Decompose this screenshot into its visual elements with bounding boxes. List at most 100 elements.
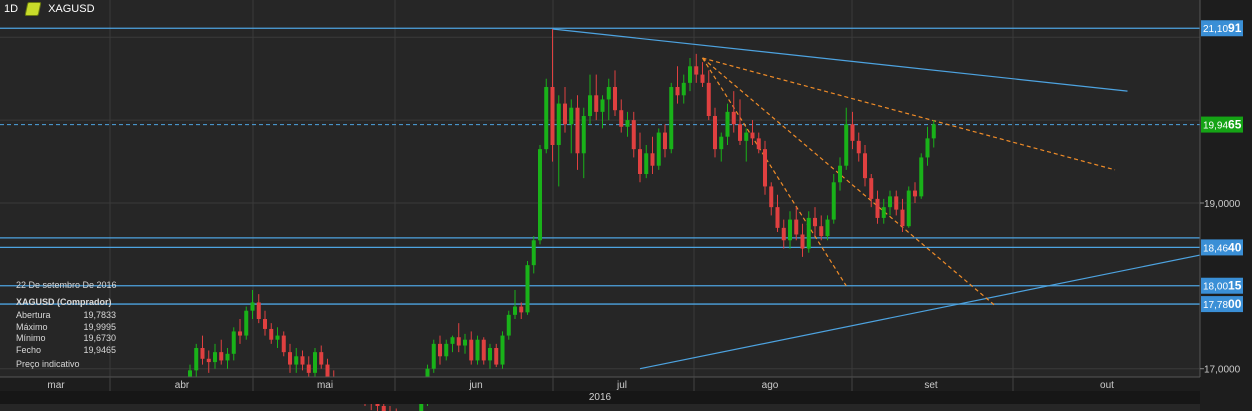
symbol-label[interactable]: XAGUSD: [48, 3, 94, 15]
candle-up[interactable]: [513, 306, 517, 315]
candle-up[interactable]: [725, 111, 730, 137]
candle-down[interactable]: [206, 358, 211, 363]
candle-up[interactable]: [881, 207, 886, 218]
candle-down[interactable]: [563, 103, 567, 125]
candle-down[interactable]: [219, 352, 224, 361]
candle-down[interactable]: [763, 149, 767, 187]
candle-up[interactable]: [919, 157, 924, 197]
candle-down[interactable]: [594, 95, 599, 112]
candle-down[interactable]: [325, 364, 330, 377]
candle-down[interactable]: [619, 110, 624, 127]
candle-down[interactable]: [631, 120, 636, 150]
candle-down[interactable]: [900, 209, 905, 227]
candle-up[interactable]: [194, 348, 199, 371]
candle-up[interactable]: [625, 120, 630, 127]
candle-down[interactable]: [738, 124, 742, 141]
candle-down[interactable]: [288, 352, 292, 365]
candle-down[interactable]: [663, 132, 667, 150]
candle-up[interactable]: [506, 314, 511, 336]
candle-up[interactable]: [569, 107, 574, 125]
candle-up[interactable]: [844, 124, 849, 166]
candle-down[interactable]: [850, 124, 855, 141]
candle-up[interactable]: [213, 352, 217, 363]
candle-down[interactable]: [575, 107, 580, 154]
candle-down[interactable]: [281, 335, 286, 353]
candle-up[interactable]: [669, 87, 674, 150]
candle-up[interactable]: [788, 219, 792, 241]
candle-up[interactable]: [806, 217, 811, 249]
candle-up[interactable]: [225, 353, 230, 361]
candle-down[interactable]: [713, 116, 717, 150]
candle-up[interactable]: [231, 331, 236, 354]
candle-up[interactable]: [681, 82, 686, 96]
candle-down[interactable]: [813, 217, 817, 227]
candle-up[interactable]: [313, 352, 317, 373]
candle-up[interactable]: [656, 132, 661, 166]
pencil-ruler-icon[interactable]: [24, 2, 42, 16]
candle-down[interactable]: [894, 196, 899, 210]
candle-down[interactable]: [519, 306, 524, 313]
candle-down[interactable]: [675, 87, 680, 96]
candle-up[interactable]: [294, 356, 299, 365]
candle-down[interactable]: [869, 178, 874, 199]
candle-up[interactable]: [644, 153, 649, 174]
candle-down[interactable]: [306, 364, 311, 373]
candle-down[interactable]: [650, 153, 655, 166]
candle-up[interactable]: [588, 95, 592, 116]
candle-down[interactable]: [913, 190, 917, 197]
candle-up[interactable]: [556, 103, 561, 145]
candle-down[interactable]: [381, 406, 386, 411]
candle-up[interactable]: [500, 335, 505, 365]
candle-down[interactable]: [238, 331, 242, 336]
candle-down[interactable]: [550, 87, 555, 145]
candle-up[interactable]: [906, 190, 911, 227]
candle-up[interactable]: [831, 182, 836, 220]
candle-down[interactable]: [706, 82, 711, 116]
candle-up[interactable]: [719, 136, 724, 150]
candle-down[interactable]: [481, 339, 486, 361]
candle-up[interactable]: [931, 124, 936, 139]
candle-up[interactable]: [606, 87, 611, 100]
candle-down[interactable]: [319, 352, 324, 365]
candle-down[interactable]: [794, 219, 799, 235]
candle-up[interactable]: [488, 348, 492, 361]
candle-down[interactable]: [613, 87, 617, 111]
candle-up[interactable]: [531, 240, 536, 266]
candle-up[interactable]: [688, 66, 692, 83]
candle-up[interactable]: [925, 138, 930, 158]
candle-down[interactable]: [781, 227, 786, 241]
candle-down[interactable]: [700, 74, 705, 83]
symbol-header[interactable]: 1D XAGUSD: [4, 2, 95, 16]
candle-down[interactable]: [694, 66, 699, 75]
candle-down[interactable]: [875, 198, 880, 218]
candle-up[interactable]: [538, 149, 542, 241]
candle-up[interactable]: [250, 302, 255, 311]
candle-down[interactable]: [256, 302, 261, 319]
candle-down[interactable]: [775, 207, 780, 228]
candle-up[interactable]: [825, 219, 830, 237]
candle-down[interactable]: [756, 138, 761, 150]
candle-down[interactable]: [300, 356, 305, 365]
candle-down[interactable]: [750, 132, 755, 139]
candle-up[interactable]: [888, 196, 892, 208]
candle-down[interactable]: [438, 343, 442, 357]
candle-down[interactable]: [200, 348, 205, 359]
candle-down[interactable]: [469, 339, 474, 361]
candle-up[interactable]: [525, 265, 530, 313]
candle-up[interactable]: [475, 339, 480, 361]
candle-down[interactable]: [263, 319, 267, 329]
candle-down[interactable]: [856, 140, 861, 154]
candle-down[interactable]: [494, 348, 499, 365]
candle-up[interactable]: [275, 335, 280, 340]
candle-down[interactable]: [769, 186, 774, 208]
candle-down[interactable]: [863, 153, 867, 179]
price-chart[interactable]: 17,0000 19,0000 21,1091 19,9465 18,4640 18,00…: [0, 0, 1252, 411]
candle-down[interactable]: [456, 337, 461, 346]
candle-down[interactable]: [269, 328, 274, 340]
candle-up[interactable]: [431, 343, 436, 369]
candle-down[interactable]: [819, 226, 824, 237]
candle-down[interactable]: [800, 234, 805, 249]
candle-up[interactable]: [600, 99, 605, 112]
candle-up[interactable]: [838, 165, 842, 183]
candle-up[interactable]: [450, 337, 455, 344]
